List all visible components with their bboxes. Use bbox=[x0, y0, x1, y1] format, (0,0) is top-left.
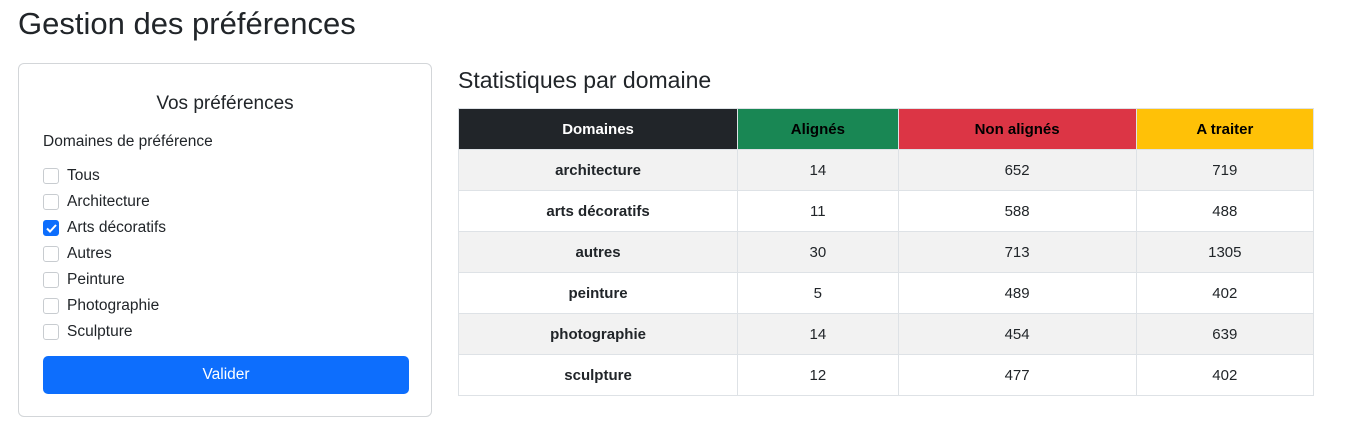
checkbox-autres[interactable] bbox=[43, 246, 59, 262]
header-to-process: A traiter bbox=[1135, 108, 1315, 150]
checkbox-item-tous[interactable]: Tous bbox=[43, 163, 166, 189]
domain-group-label: Domaines de préférence bbox=[43, 133, 213, 150]
header-domains: Domaines bbox=[457, 108, 739, 150]
domain-cell: peinture bbox=[457, 272, 739, 314]
stats-header-row: Domaines Alignés Non alignés A traiter bbox=[457, 108, 1315, 150]
checkbox-item-architecture[interactable]: Architecture bbox=[43, 189, 166, 215]
domain-cell: architecture bbox=[457, 149, 739, 191]
aligned-cell: 30 bbox=[737, 231, 899, 273]
preferences-card: Vos préférences Domaines de préférence T… bbox=[18, 63, 432, 417]
table-row: autres 30 713 1305 bbox=[457, 231, 1315, 273]
checkbox-item-peinture[interactable]: Peinture bbox=[43, 267, 166, 293]
unaligned-cell: 588 bbox=[897, 190, 1137, 232]
to-process-cell: 402 bbox=[1135, 272, 1315, 314]
unaligned-cell: 477 bbox=[897, 354, 1137, 396]
checkbox-item-autres[interactable]: Autres bbox=[43, 241, 166, 267]
to-process-cell: 402 bbox=[1135, 354, 1315, 396]
table-row: sculpture 12 477 402 bbox=[457, 354, 1315, 396]
domain-cell: sculpture bbox=[457, 354, 739, 396]
stats-table: Domaines Alignés Non alignés A traiter a… bbox=[457, 108, 1315, 396]
domain-checkbox-list: Tous Architecture Arts décoratifs Autres… bbox=[43, 163, 166, 345]
checkbox-architecture[interactable] bbox=[43, 194, 59, 210]
unaligned-cell: 652 bbox=[897, 149, 1137, 191]
stats-title: Statistiques par domaine bbox=[458, 67, 712, 93]
checkbox-peinture[interactable] bbox=[43, 272, 59, 288]
table-row: peinture 5 489 402 bbox=[457, 272, 1315, 314]
table-row: architecture 14 652 719 bbox=[457, 149, 1315, 191]
unaligned-cell: 489 bbox=[897, 272, 1137, 314]
checkbox-label-sculpture: Sculpture bbox=[67, 323, 133, 340]
submit-button[interactable]: Valider bbox=[43, 356, 409, 394]
table-row: arts décoratifs 11 588 488 bbox=[457, 190, 1315, 232]
checkbox-arts-decoratifs[interactable] bbox=[43, 220, 59, 236]
domain-cell: autres bbox=[457, 231, 739, 273]
checkbox-label-autres: Autres bbox=[67, 245, 112, 262]
aligned-cell: 12 bbox=[737, 354, 899, 396]
checkbox-label-tous: Tous bbox=[67, 167, 100, 184]
header-unaligned: Non alignés bbox=[897, 108, 1137, 150]
checkbox-item-sculpture[interactable]: Sculpture bbox=[43, 319, 166, 345]
to-process-cell: 488 bbox=[1135, 190, 1315, 232]
checkbox-sculpture[interactable] bbox=[43, 324, 59, 340]
domain-cell: photographie bbox=[457, 313, 739, 355]
unaligned-cell: 713 bbox=[897, 231, 1137, 273]
checkbox-item-arts-decoratifs[interactable]: Arts décoratifs bbox=[43, 215, 166, 241]
preferences-card-title: Vos préférences bbox=[156, 93, 294, 114]
aligned-cell: 14 bbox=[737, 149, 899, 191]
checkbox-label-architecture: Architecture bbox=[67, 193, 150, 210]
aligned-cell: 14 bbox=[737, 313, 899, 355]
to-process-cell: 1305 bbox=[1135, 231, 1315, 273]
check-icon bbox=[45, 223, 57, 233]
checkbox-label-photographie: Photographie bbox=[67, 297, 160, 314]
checkbox-label-peinture: Peinture bbox=[67, 271, 125, 288]
page-title: Gestion des préférences bbox=[18, 6, 356, 41]
to-process-cell: 719 bbox=[1135, 149, 1315, 191]
domain-cell: arts décoratifs bbox=[457, 190, 739, 232]
checkbox-item-photographie[interactable]: Photographie bbox=[43, 293, 166, 319]
aligned-cell: 11 bbox=[737, 190, 899, 232]
checkbox-photographie[interactable] bbox=[43, 298, 59, 314]
header-aligned: Alignés bbox=[737, 108, 899, 150]
checkbox-tous[interactable] bbox=[43, 168, 59, 184]
checkbox-label-arts-decoratifs: Arts décoratifs bbox=[67, 219, 167, 236]
unaligned-cell: 454 bbox=[897, 313, 1137, 355]
aligned-cell: 5 bbox=[737, 272, 899, 314]
to-process-cell: 639 bbox=[1135, 313, 1315, 355]
table-row: photographie 14 454 639 bbox=[457, 313, 1315, 355]
